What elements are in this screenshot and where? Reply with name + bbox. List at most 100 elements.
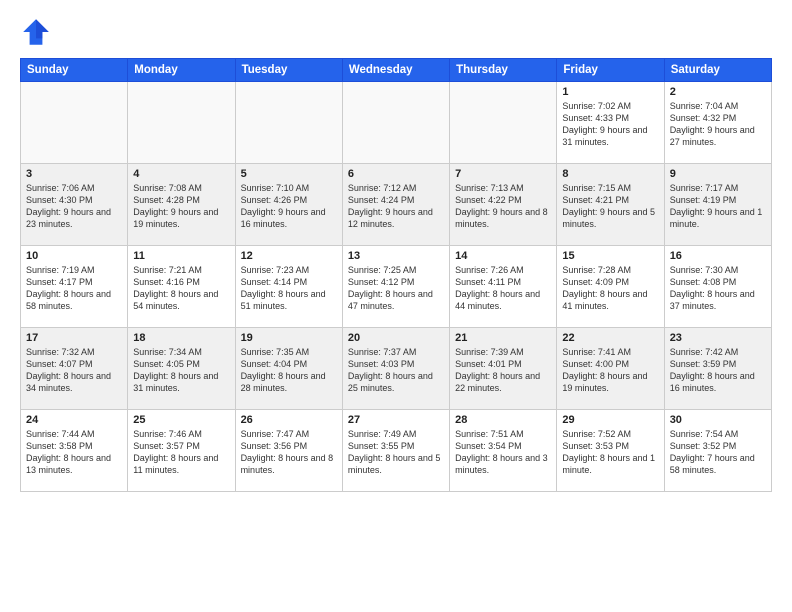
day-number: 10	[26, 250, 122, 262]
day-cell: 6 Sunrise: 7:12 AM Sunset: 4:24 PM Daylig…	[342, 164, 449, 246]
day-cell: 19 Sunrise: 7:35 AM Sunset: 4:04 PM Dayli…	[235, 328, 342, 410]
week-row-4: 24 Sunrise: 7:44 AM Sunset: 3:58 PM Dayli…	[21, 410, 772, 492]
day-cell: 8Sunrise: 7:15 AM Sunset: 4:21 PM Daylig…	[557, 164, 664, 246]
day-number: 24	[26, 414, 122, 426]
day-cell	[450, 82, 557, 164]
day-cell: 30 Sunrise: 7:54 AM Sunset: 3:52 PM Dayli…	[664, 410, 771, 492]
day-number: 17	[26, 332, 122, 344]
day-number: 14	[455, 250, 551, 262]
weekday-header-wednesday: Wednesday	[342, 59, 449, 82]
day-cell	[342, 82, 449, 164]
day-number: 7	[455, 168, 551, 180]
day-cell: 21 Sunrise: 7:39 AM Sunset: 4:01 PM Dayli…	[450, 328, 557, 410]
day-info: Sunrise: 7:23 AM Sunset: 4:14 PM Dayligh…	[241, 264, 337, 313]
day-number: 9	[670, 168, 766, 180]
header	[20, 16, 772, 48]
day-info: Sunrise: 7:51 AM Sunset: 3:54 PM Dayligh…	[455, 428, 551, 477]
day-info: Sunrise: 7:21 AM Sunset: 4:16 PM Dayligh…	[133, 264, 229, 313]
day-number: 12	[241, 250, 337, 262]
day-info: Sunrise: 7:19 AM Sunset: 4:17 PM Dayligh…	[26, 264, 122, 313]
day-info: Sunrise: 7:52 AM Sunset: 3:53 PM Dayligh…	[562, 428, 658, 477]
day-info: Sunrise: 7:13 AM Sunset: 4:22 PM Dayligh…	[455, 182, 551, 231]
weekday-header-saturday: Saturday	[664, 59, 771, 82]
day-info: Sunrise: 7:06 AM Sunset: 4:30 PM Dayligh…	[26, 182, 122, 231]
day-cell: 27 Sunrise: 7:49 AM Sunset: 3:55 PM Dayli…	[342, 410, 449, 492]
day-info: Sunrise: 7:35 AM Sunset: 4:04 PM Dayligh…	[241, 346, 337, 395]
day-cell: 26 Sunrise: 7:47 AM Sunset: 3:56 PM Dayli…	[235, 410, 342, 492]
day-cell: 14 Sunrise: 7:26 AM Sunset: 4:11 PM Dayli…	[450, 246, 557, 328]
weekday-header-monday: Monday	[128, 59, 235, 82]
day-info: Sunrise: 7:12 AM Sunset: 4:24 PM Dayligh…	[348, 182, 444, 231]
week-row-3: 17Sunrise: 7:32 AM Sunset: 4:07 PM Dayli…	[21, 328, 772, 410]
day-number: 6	[348, 168, 444, 180]
day-info: Sunrise: 7:28 AM Sunset: 4:09 PM Dayligh…	[562, 264, 658, 313]
day-cell	[235, 82, 342, 164]
day-number: 11	[133, 250, 229, 262]
day-number: 3	[26, 168, 122, 180]
day-info: Sunrise: 7:41 AM Sunset: 4:00 PM Dayligh…	[562, 346, 658, 395]
day-info: Sunrise: 7:26 AM Sunset: 4:11 PM Dayligh…	[455, 264, 551, 313]
day-info: Sunrise: 7:47 AM Sunset: 3:56 PM Dayligh…	[241, 428, 337, 477]
day-cell: 3 Sunrise: 7:06 AM Sunset: 4:30 PM Daylig…	[21, 164, 128, 246]
day-number: 2	[670, 86, 766, 98]
day-number: 20	[348, 332, 444, 344]
day-info: Sunrise: 7:04 AM Sunset: 4:32 PM Dayligh…	[670, 100, 766, 149]
day-number: 13	[348, 250, 444, 262]
day-info: Sunrise: 7:02 AM Sunset: 4:33 PM Dayligh…	[562, 100, 658, 149]
day-cell: 29Sunrise: 7:52 AM Sunset: 3:53 PM Dayli…	[557, 410, 664, 492]
page: SundayMondayTuesdayWednesdayThursdayFrid…	[0, 0, 792, 612]
day-number: 28	[455, 414, 551, 426]
day-cell: 5 Sunrise: 7:10 AM Sunset: 4:26 PM Daylig…	[235, 164, 342, 246]
day-number: 25	[133, 414, 229, 426]
day-number: 27	[348, 414, 444, 426]
day-cell: 24 Sunrise: 7:44 AM Sunset: 3:58 PM Dayli…	[21, 410, 128, 492]
logo-icon	[20, 16, 52, 48]
day-cell: 25Sunrise: 7:46 AM Sunset: 3:57 PM Dayli…	[128, 410, 235, 492]
day-info: Sunrise: 7:34 AM Sunset: 4:05 PM Dayligh…	[133, 346, 229, 395]
day-cell	[21, 82, 128, 164]
day-number: 23	[670, 332, 766, 344]
day-info: Sunrise: 7:54 AM Sunset: 3:52 PM Dayligh…	[670, 428, 766, 477]
day-cell: 18 Sunrise: 7:34 AM Sunset: 4:05 PM Dayli…	[128, 328, 235, 410]
weekday-header-row: SundayMondayTuesdayWednesdayThursdayFrid…	[21, 59, 772, 82]
week-row-0: 1 Sunrise: 7:02 AM Sunset: 4:33 PM Daylig…	[21, 82, 772, 164]
day-info: Sunrise: 7:10 AM Sunset: 4:26 PM Dayligh…	[241, 182, 337, 231]
day-info: Sunrise: 7:42 AM Sunset: 3:59 PM Dayligh…	[670, 346, 766, 395]
day-number: 18	[133, 332, 229, 344]
day-number: 5	[241, 168, 337, 180]
day-cell: 11 Sunrise: 7:21 AM Sunset: 4:16 PM Dayli…	[128, 246, 235, 328]
day-cell: 4Sunrise: 7:08 AM Sunset: 4:28 PM Daylig…	[128, 164, 235, 246]
day-cell: 1 Sunrise: 7:02 AM Sunset: 4:33 PM Daylig…	[557, 82, 664, 164]
week-row-1: 3 Sunrise: 7:06 AM Sunset: 4:30 PM Daylig…	[21, 164, 772, 246]
day-cell: 17Sunrise: 7:32 AM Sunset: 4:07 PM Dayli…	[21, 328, 128, 410]
day-cell: 12 Sunrise: 7:23 AM Sunset: 4:14 PM Dayli…	[235, 246, 342, 328]
day-info: Sunrise: 7:49 AM Sunset: 3:55 PM Dayligh…	[348, 428, 444, 477]
day-info: Sunrise: 7:39 AM Sunset: 4:01 PM Dayligh…	[455, 346, 551, 395]
calendar: SundayMondayTuesdayWednesdayThursdayFrid…	[20, 58, 772, 492]
day-cell: 22Sunrise: 7:41 AM Sunset: 4:00 PM Dayli…	[557, 328, 664, 410]
day-cell: 7 Sunrise: 7:13 AM Sunset: 4:22 PM Daylig…	[450, 164, 557, 246]
day-cell: 16Sunrise: 7:30 AM Sunset: 4:08 PM Dayli…	[664, 246, 771, 328]
day-cell: 10 Sunrise: 7:19 AM Sunset: 4:17 PM Dayli…	[21, 246, 128, 328]
day-number: 1	[562, 86, 658, 98]
week-row-2: 10 Sunrise: 7:19 AM Sunset: 4:17 PM Dayli…	[21, 246, 772, 328]
day-number: 21	[455, 332, 551, 344]
day-cell: 2 Sunrise: 7:04 AM Sunset: 4:32 PM Daylig…	[664, 82, 771, 164]
day-info: Sunrise: 7:44 AM Sunset: 3:58 PM Dayligh…	[26, 428, 122, 477]
weekday-header-friday: Friday	[557, 59, 664, 82]
day-info: Sunrise: 7:30 AM Sunset: 4:08 PM Dayligh…	[670, 264, 766, 313]
day-number: 19	[241, 332, 337, 344]
day-info: Sunrise: 7:37 AM Sunset: 4:03 PM Dayligh…	[348, 346, 444, 395]
weekday-header-tuesday: Tuesday	[235, 59, 342, 82]
day-number: 30	[670, 414, 766, 426]
day-info: Sunrise: 7:17 AM Sunset: 4:19 PM Dayligh…	[670, 182, 766, 231]
day-cell: 13Sunrise: 7:25 AM Sunset: 4:12 PM Dayli…	[342, 246, 449, 328]
day-cell: 23 Sunrise: 7:42 AM Sunset: 3:59 PM Dayli…	[664, 328, 771, 410]
day-number: 26	[241, 414, 337, 426]
weekday-header-thursday: Thursday	[450, 59, 557, 82]
logo	[20, 16, 58, 48]
day-info: Sunrise: 7:15 AM Sunset: 4:21 PM Dayligh…	[562, 182, 658, 231]
day-number: 15	[562, 250, 658, 262]
day-cell: 15 Sunrise: 7:28 AM Sunset: 4:09 PM Dayli…	[557, 246, 664, 328]
day-cell: 28 Sunrise: 7:51 AM Sunset: 3:54 PM Dayli…	[450, 410, 557, 492]
